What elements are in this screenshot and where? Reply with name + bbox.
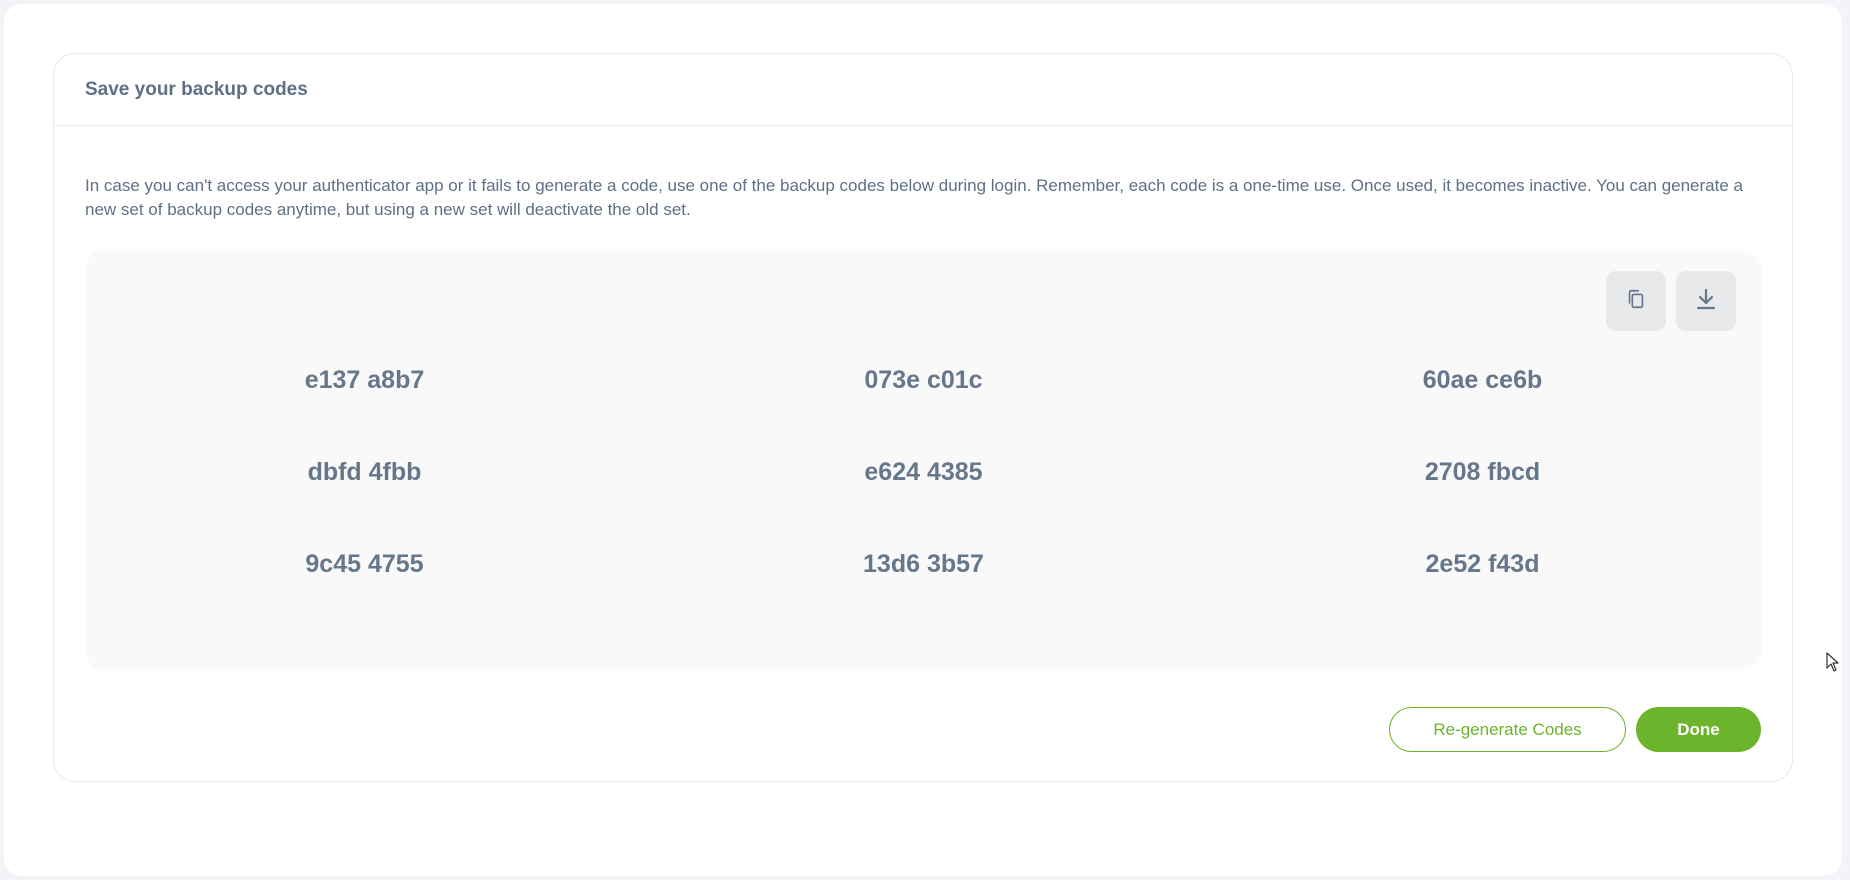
card-title: Save your backup codes: [85, 78, 308, 100]
backup-code: e137 a8b7: [304, 366, 425, 394]
page: Save your backup codes In case you can't…: [4, 4, 1842, 876]
download-icon: [1694, 287, 1718, 316]
backup-code: 60ae ce6b: [1422, 366, 1543, 394]
codes-grid: e137 a8b7 073e c01c 60ae ce6b dbfd 4fbb …: [85, 366, 1762, 642]
codes-row: e137 a8b7 073e c01c 60ae ce6b: [85, 366, 1762, 458]
description-text: In case you can't access your authentica…: [85, 176, 1743, 219]
download-codes-button[interactable]: [1676, 271, 1736, 331]
card-header: Save your backup codes: [54, 54, 1792, 126]
backup-code: 2e52 f43d: [1425, 550, 1540, 578]
backup-code: e624 4385: [864, 458, 983, 486]
backup-code: 2708 fbcd: [1424, 458, 1541, 486]
backup-code: 13d6 3b57: [863, 550, 984, 578]
copy-icon: [1625, 288, 1647, 315]
copy-codes-button[interactable]: [1606, 271, 1666, 331]
backup-codes-panel: e137 a8b7 073e c01c 60ae ce6b dbfd 4fbb …: [85, 251, 1762, 669]
mouse-cursor-icon: [1826, 652, 1840, 677]
backup-code: dbfd 4fbb: [307, 458, 422, 486]
codes-row: 9c45 4755 13d6 3b57 2e52 f43d: [85, 550, 1762, 642]
backup-code: 9c45 4755: [305, 550, 424, 578]
regenerate-codes-button[interactable]: Re-generate Codes: [1389, 707, 1626, 752]
backup-code: 073e c01c: [864, 366, 983, 394]
action-buttons: Re-generate Codes Done: [1389, 707, 1761, 752]
codes-row: dbfd 4fbb e624 4385 2708 fbcd: [85, 458, 1762, 550]
done-button[interactable]: Done: [1636, 707, 1761, 752]
backup-codes-card: Save your backup codes In case you can't…: [53, 53, 1793, 782]
